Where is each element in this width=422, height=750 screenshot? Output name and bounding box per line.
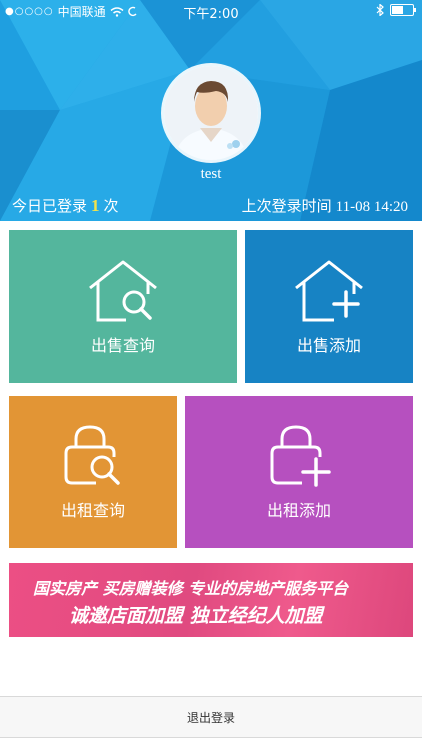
username: test bbox=[200, 166, 222, 182]
user-avatar-icon bbox=[164, 66, 258, 160]
bluetooth-icon bbox=[376, 4, 384, 16]
lock-search-icon bbox=[64, 425, 120, 485]
last-login-label: 上次登录时间 bbox=[241, 197, 332, 215]
sale-search-tile[interactable]: 出售查询 bbox=[9, 230, 237, 383]
battery-fill bbox=[392, 6, 403, 14]
battery-icon bbox=[390, 4, 416, 16]
banner-line-1: 国实房产 买房赠装修 专业的房地产服务平台 bbox=[33, 579, 349, 598]
rent-add-label: 出租添加 bbox=[266, 501, 331, 520]
sale-add-tile[interactable]: 出售添加 bbox=[245, 230, 413, 383]
house-search-icon bbox=[89, 260, 157, 321]
rent-search-tile[interactable]: 出租查询 bbox=[9, 396, 177, 548]
login-count-number: 1 bbox=[91, 196, 100, 215]
house-add-icon bbox=[295, 260, 363, 321]
logout-button[interactable]: 退出登录 bbox=[0, 696, 422, 738]
rent-search-label: 出租查询 bbox=[60, 501, 125, 520]
today-login-count: 今日已登录 1 次 bbox=[12, 195, 119, 216]
profile-header: ●○○○○ 中国联通 下午2:00 test 今日已登录 1 次 上次登录时间 … bbox=[0, 0, 422, 221]
rent-add-tile[interactable]: 出租添加 bbox=[185, 396, 413, 548]
login-count-prefix: 今日已登录 bbox=[12, 197, 88, 215]
last-login-info: 上次登录时间 11-08 14:20 bbox=[242, 195, 408, 216]
promo-banner[interactable]: 国实房产 买房赠装修 专业的房地产服务平台 诚邀店面加盟 独立经纪人加盟 bbox=[9, 563, 413, 637]
last-login-time: 11-08 14:20 bbox=[335, 199, 408, 215]
avatar[interactable] bbox=[164, 66, 258, 160]
login-count-suffix: 次 bbox=[103, 197, 119, 215]
status-right bbox=[376, 4, 416, 16]
lock-add-icon bbox=[270, 425, 331, 487]
sale-search-label: 出售查询 bbox=[90, 335, 155, 355]
status-bar: ●○○○○ 中国联通 下午2:00 bbox=[0, 0, 422, 22]
banner-line-2: 诚邀店面加盟 独立经纪人加盟 bbox=[69, 605, 323, 627]
logout-label: 退出登录 bbox=[186, 710, 235, 725]
status-time: 下午2:00 bbox=[183, 7, 239, 22]
sale-add-label: 出售添加 bbox=[296, 335, 361, 355]
